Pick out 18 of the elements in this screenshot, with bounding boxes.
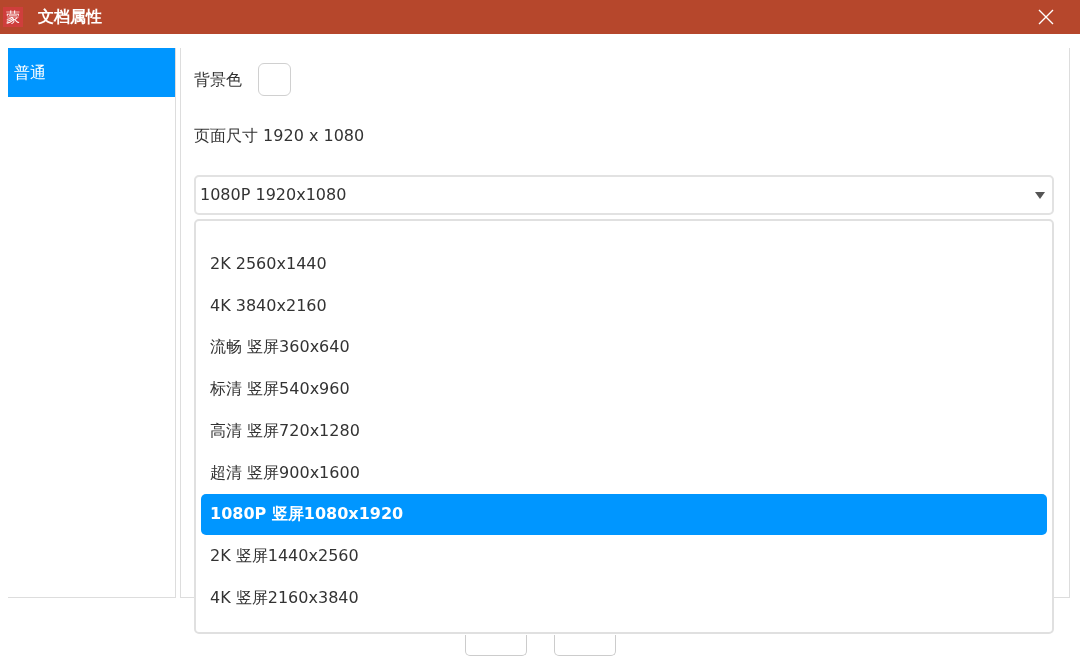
footer-button[interactable] (464, 635, 527, 656)
window-title: 文档属性 (38, 7, 102, 27)
dropdown-option[interactable]: 2K 竖屏1440x2560 (196, 535, 1052, 577)
dropdown-option[interactable]: 超清 竖屏900x1600 (196, 451, 1052, 494)
page-size-text: 页面尺寸 1920 x 1080 (194, 126, 365, 145)
dropdown-option[interactable]: 4K 3840x2160 (196, 284, 1052, 327)
close-icon[interactable] (1038, 9, 1054, 25)
dropdown-option[interactable]: 流畅 竖屏360x640 (196, 326, 1052, 369)
size-dropdown[interactable]: 1080P 1920x1080 (194, 175, 1054, 215)
background-color-label: 背景色 (194, 68, 242, 91)
dropdown-option[interactable]: 2K 2560x1440 (196, 243, 1052, 285)
footer-button[interactable] (553, 635, 616, 656)
dropdown-option[interactable]: 标清 竖屏540x960 (196, 368, 1052, 410)
color-swatch[interactable] (258, 63, 291, 96)
caret-icon (1035, 191, 1045, 199)
app-logo: 蒙 (3, 7, 23, 27)
dropdown-option[interactable]: 4K 竖屏2160x3840 (196, 577, 1052, 619)
dropdown-option[interactable]: 高清 竖屏720x1280 (196, 410, 1052, 452)
